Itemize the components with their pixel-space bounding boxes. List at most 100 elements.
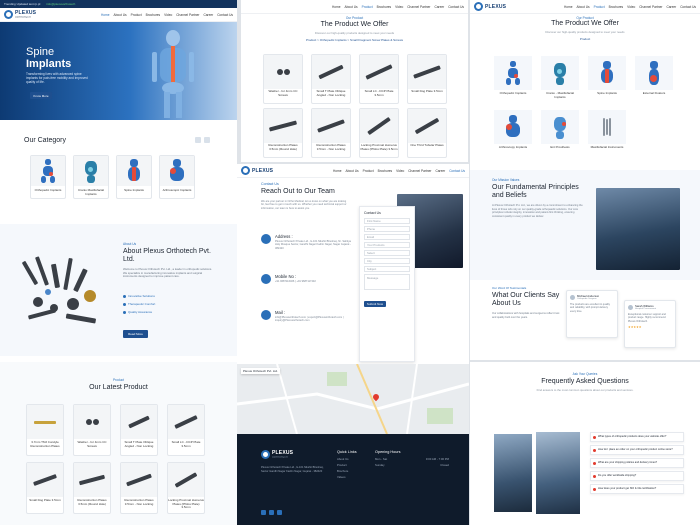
offer-product-card[interactable]: Reconstruction Plates 3.5mm (Round Hole)	[263, 108, 303, 158]
nav-item-career[interactable]: Career	[666, 5, 676, 9]
faq-item[interactable]: Do you offer worldwide shipping?	[590, 471, 684, 481]
quick-link-product[interactable]: Product	[337, 463, 357, 467]
nav-item-product[interactable]: Product	[594, 5, 605, 9]
nav-item-contact[interactable]: Contact Us	[449, 169, 465, 173]
offer-right-tab[interactable]: Product	[470, 37, 700, 41]
nav-item-about[interactable]: About Us	[576, 5, 589, 9]
nav-item-brochures[interactable]: Brochures	[609, 5, 624, 9]
product-category-card[interactable]: Spine Implants	[588, 56, 626, 104]
latest-product-card[interactable]: Locking Proximal Humerus Plates (Philos …	[167, 462, 205, 514]
nav-item-video[interactable]: Video	[395, 5, 403, 9]
offer-product-card[interactable]: Washer - for 4mm CC Screws	[263, 54, 303, 104]
product-category-card[interactable]: Cranio - Maxillofacial Implants	[541, 56, 579, 104]
quick-link-about[interactable]: About Us	[337, 457, 357, 461]
nav-item-channel-partner[interactable]: Channel Partner	[176, 13, 199, 17]
nav-item-career[interactable]: Career	[435, 169, 445, 173]
nav-item-contact[interactable]: Contact Us	[217, 13, 233, 17]
brand-logo[interactable]: PLEXUS ORTHOTECH	[4, 10, 36, 19]
hero-know-more-button[interactable]: Know More	[30, 92, 52, 99]
nav-item-home[interactable]: Home	[564, 5, 573, 9]
products-field[interactable]: Your Products	[364, 242, 410, 248]
faq-image-1	[494, 434, 532, 512]
facebook-icon[interactable]	[261, 510, 266, 515]
offer-breadcrumb-tabs[interactable]: Product > Orthopedic Implants > Small Fr…	[241, 38, 468, 42]
opening-hours-title: Opening Hours	[375, 450, 401, 454]
category-card-spine[interactable]: Spine Implants	[116, 155, 152, 199]
topbar-right-text[interactable]: info@plexusorthotech	[46, 2, 75, 6]
product-category-card[interactable]: External Fixators	[635, 56, 673, 104]
nav-item-video[interactable]: Video	[396, 169, 404, 173]
select-field[interactable]: Select	[364, 250, 410, 256]
latest-product-card[interactable]: Small Dog Plate 3.5mm	[26, 462, 64, 514]
brand-logo[interactable]: PLEXUS	[241, 166, 273, 175]
nav-item-brochures[interactable]: Brochures	[378, 169, 393, 173]
latest-product-card[interactable]: Washer - for 4mm CC Screws	[73, 404, 111, 456]
product-category-card[interactable]: Arthroscopy Implants	[494, 110, 532, 158]
faq-item[interactable]: What are your shipping policies and deli…	[590, 458, 684, 468]
mail-text[interactable]: info@Plexusorthotech.com | export@Plexus…	[275, 316, 351, 323]
nav-item-about[interactable]: About Us	[113, 13, 126, 17]
product-category-card[interactable]: Orthopedic Implants	[494, 56, 532, 104]
linkedin-icon[interactable]	[277, 510, 282, 515]
nav-item-channel-partner[interactable]: Channel Partner	[407, 5, 430, 9]
offer-product-card[interactable]: Small T Plate Oblique Angled - Non Locki…	[311, 54, 351, 104]
nav-item-channel-partner[interactable]: Channel Partner	[408, 169, 431, 173]
category-prev-button[interactable]	[195, 137, 201, 143]
faq-item[interactable]: How does your product get ISO & CE certi…	[590, 484, 684, 494]
category-card-arthroscopic[interactable]: Arthroscopic Implants	[159, 155, 195, 199]
nav-item-product[interactable]: Product	[362, 5, 373, 9]
submit-now-button[interactable]: Submit Now	[364, 301, 386, 307]
mobile-text[interactable]: +91 9687116466 | +91 9687117432	[275, 280, 316, 283]
quick-link-brochure[interactable]: Brochure	[337, 469, 357, 473]
offer-product-card[interactable]: Small Dog Plate 3.5mm	[407, 54, 447, 104]
offer-product-card[interactable]: Locking Proximal Humerus Plates (Philos …	[359, 108, 399, 158]
nav-item-home[interactable]: Home	[333, 169, 342, 173]
nav-item-brochures[interactable]: Brochures	[146, 13, 161, 17]
nav-item-home[interactable]: Home	[101, 13, 110, 17]
nav-item-video[interactable]: Video	[164, 13, 172, 17]
product-category-card[interactable]: Ent Prosthesis	[541, 110, 579, 158]
offer-product-card[interactable]: One Third Tubular Plates	[407, 108, 447, 158]
brand-logo[interactable]: PLEXUS	[474, 2, 506, 11]
nav-item-brochures[interactable]: Brochures	[377, 5, 392, 9]
faq-item[interactable]: What types of orthopedic products does y…	[590, 432, 684, 442]
quick-link-videos[interactable]: Videos	[337, 475, 357, 479]
nav-item-contact[interactable]: Contact Us	[680, 5, 696, 9]
city-field[interactable]: City	[364, 258, 410, 264]
category-card-orthopedic[interactable]: Orthopedic Implants	[30, 155, 66, 199]
nav-item-product[interactable]: Product	[363, 169, 374, 173]
product-image	[408, 109, 446, 143]
latest-product-card[interactable]: Small T Plate Oblique Angled - Non Locki…	[120, 404, 158, 456]
latest-product-card[interactable]: Reconstruction Plates 3.5mm - Non Lockin…	[120, 462, 158, 514]
email-field[interactable]: Email	[364, 234, 410, 240]
offer-product-card[interactable]: Reconstruction Plates 3.5mm - Non Lockin…	[311, 108, 351, 158]
nav-item-channel-partner[interactable]: Channel Partner	[639, 5, 662, 9]
nav-item-career[interactable]: Career	[434, 5, 444, 9]
nav-item-video[interactable]: Video	[627, 5, 635, 9]
message-field[interactable]: Message	[364, 274, 410, 290]
latest-product-card[interactable]: Reconstruction Plates 3.5mm (Round Hole)	[73, 462, 111, 514]
faq-item[interactable]: How do I place an order on your orthoped…	[590, 445, 684, 455]
phone-field[interactable]: Phone	[364, 226, 410, 232]
nav-item-contact[interactable]: Contact Us	[448, 5, 464, 9]
latest-product-card[interactable]: Small LC - DCP Plate 3.5mm	[167, 404, 205, 456]
nav-item-career[interactable]: Career	[203, 13, 213, 17]
about-read-more-button[interactable]: Read More	[123, 330, 148, 338]
product-category-card[interactable]: Maxillofacial Instruments	[588, 110, 626, 158]
testimonial-card-2[interactable]: Sarah Williams Hospital Procurement Excep…	[624, 300, 676, 348]
latest-product-card[interactable]: 3.7mm TMJ Condyle Reconstruction Plates	[26, 404, 64, 456]
nav-item-home[interactable]: Home	[332, 5, 341, 9]
testimonial-card-1[interactable]: Michael Anderson Orthopedic Surgeon The p…	[566, 290, 618, 338]
category-label: Arthroscopic Implants	[162, 188, 192, 192]
nav-item-about[interactable]: About Us	[345, 169, 358, 173]
footer-logo[interactable]: PLEXUS ORTHOTECH	[261, 450, 293, 459]
category-next-button[interactable]	[204, 137, 210, 143]
category-card-cranio[interactable]: Cranio Maxillofacial Implants	[73, 155, 109, 199]
map-panel[interactable]: Plexus Orthotech Pvt. Ltd.	[237, 364, 469, 434]
instagram-icon[interactable]	[269, 510, 274, 515]
subject-field[interactable]: Subject	[364, 266, 410, 272]
nav-item-product[interactable]: Product	[131, 13, 142, 17]
nav-item-about[interactable]: About Us	[344, 5, 357, 9]
first-name-field[interactable]: First Name	[364, 218, 410, 224]
offer-product-card[interactable]: Small LC - DCP Plate 3.5mm	[359, 54, 399, 104]
